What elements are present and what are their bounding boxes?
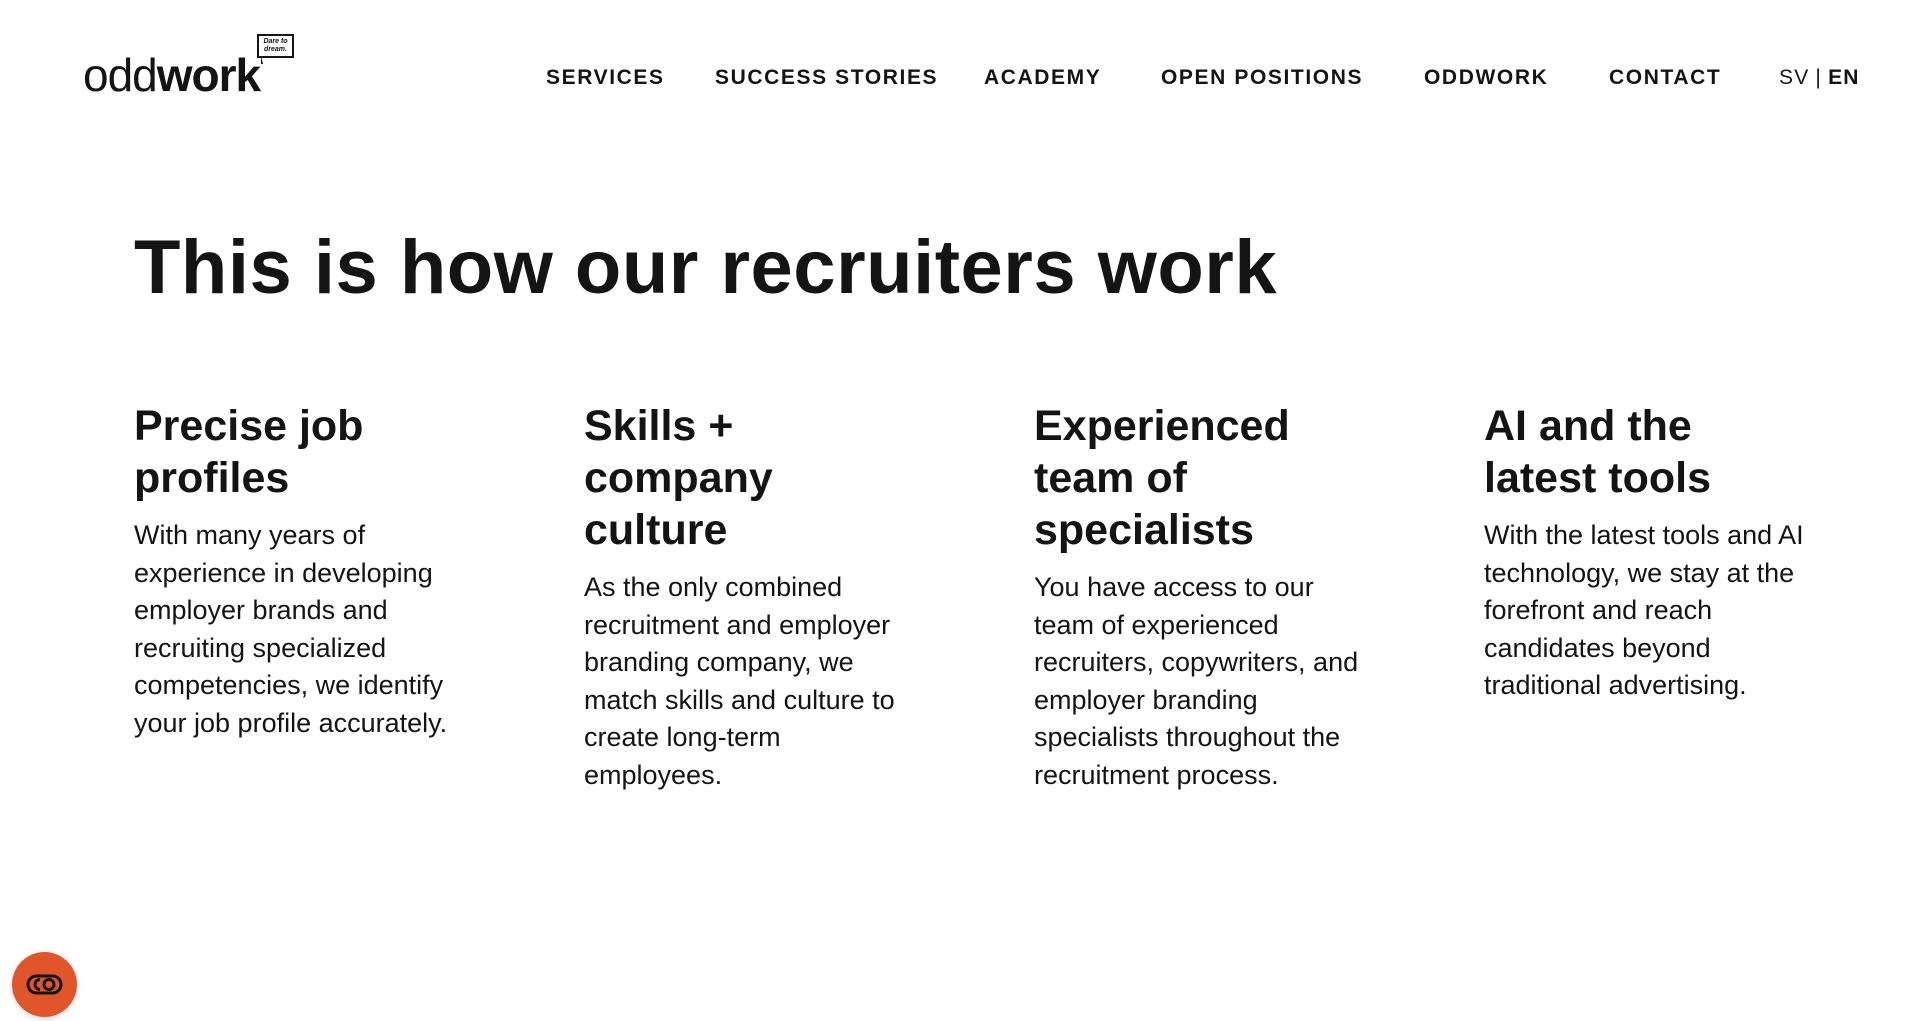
nav-item-oddwork[interactable]: ODDWORK — [1424, 62, 1548, 94]
main-navigation: SERVICES SUCCESS STORIES ACADEMY OPEN PO… — [0, 62, 1920, 98]
logo-bubble-line1: Dare to — [263, 38, 288, 45]
feature-text: With the latest tools and AI technology,… — [1484, 520, 1804, 700]
nav-item-open-positions[interactable]: OPEN POSITIONS — [1161, 62, 1363, 94]
nav-item-success-stories[interactable]: SUCCESS STORIES — [715, 62, 938, 94]
feature-precise-job-profiles: Precise job profiles With many years of … — [134, 400, 474, 742]
cookie-consent-icon — [26, 974, 63, 995]
logo-speech-bubble: Dare to dream. — [257, 34, 294, 64]
cookie-consent-button[interactable] — [12, 952, 77, 1017]
language-switcher: SV | EN — [1779, 62, 1860, 94]
language-sv-link[interactable]: SV — [1779, 66, 1809, 89]
nav-item-contact[interactable]: CONTACT — [1609, 62, 1721, 94]
language-en-link[interactable]: EN — [1828, 66, 1860, 89]
feature-skills-culture: Skills + company culture As the only com… — [584, 400, 924, 794]
feature-title: Experienced team of specialists — [1034, 402, 1290, 554]
language-separator: | — [1815, 66, 1823, 89]
page-title: This is how our recruiters work — [134, 225, 1278, 310]
feature-text: With many years of experience in develop… — [134, 520, 448, 738]
nav-item-services[interactable]: SERVICES — [544, 62, 668, 94]
feature-ai-tools: AI and the latest tools With the latest … — [1484, 400, 1824, 705]
logo-bubble-line2: dream. — [264, 46, 287, 53]
feature-experienced-team: Experienced team of specialists You have… — [1034, 400, 1374, 794]
feature-text: As the only combined recruitment and emp… — [584, 572, 895, 790]
feature-title: Skills + company culture — [584, 402, 773, 554]
site-header: oddwork Dare to dream. SERVICES SUCCESS … — [0, 0, 1920, 150]
feature-title: AI and the latest tools — [1484, 402, 1711, 502]
feature-title: Precise job profiles — [134, 402, 364, 502]
nav-item-academy[interactable]: ACADEMY — [984, 62, 1101, 94]
feature-text: You have access to our team of experienc… — [1034, 572, 1359, 790]
features-section: Precise job profiles With many years of … — [0, 400, 1920, 820]
